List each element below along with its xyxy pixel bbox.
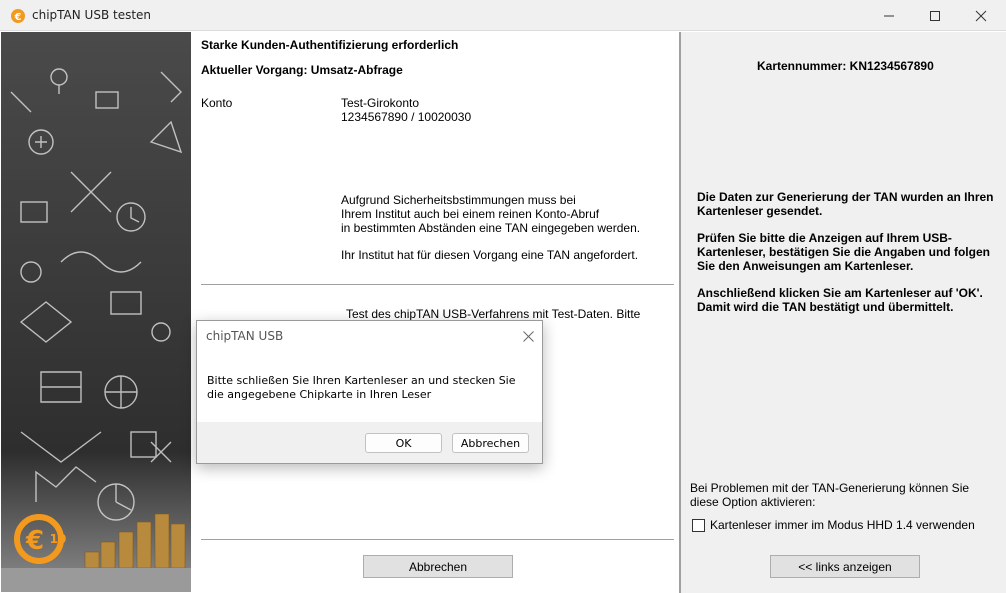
divider-bottom: [201, 539, 674, 540]
dialog-message: Bitte schließen Sie Ihren Kartenleser an…: [207, 374, 516, 401]
logo-euro-text: €: [25, 526, 44, 556]
show-left-button[interactable]: << links anzeigen: [770, 555, 920, 578]
account-number: 1234567890 / 10020030: [341, 110, 472, 124]
info-sent-line-1: Die Daten zur Generierung der TAN wurden…: [697, 190, 994, 204]
confirm-line-1: Anschließend klicken Sie am Kartenleser …: [697, 286, 983, 300]
euro-coin-icon: €: [11, 9, 25, 23]
window-title: chipTAN USB testen: [32, 8, 152, 22]
problem-line-2: diese Option aktivieren:: [690, 495, 816, 509]
minimize-icon: [884, 15, 894, 16]
coin-stacks: [84, 513, 186, 569]
operation-label: Aktueller Vorgang: Umsatz-Abfrage: [201, 63, 403, 77]
cancel-button[interactable]: Abbrechen: [363, 555, 513, 578]
close-button[interactable]: [958, 0, 1004, 31]
test-description: Test des chipTAN USB-Verfahrens mit Test…: [346, 307, 641, 321]
divider-top: [201, 284, 674, 285]
svg-text:€: €: [14, 12, 22, 23]
close-icon: [975, 10, 987, 21]
logo-number-text: 10: [50, 532, 67, 546]
info-requested: Ihr Institut hat für diesen Vorgang eine…: [341, 248, 639, 262]
info-sent-line-2: Kartenleser gesendet.: [697, 204, 823, 218]
account-name: Test-Girokonto: [341, 96, 420, 110]
page-heading: Starke Kunden-Authentifizierung erforder…: [201, 38, 459, 52]
card-number: Kartennummer: KN1234567890: [757, 59, 934, 73]
close-icon: [522, 330, 534, 342]
title-bar: € chipTAN USB testen: [0, 0, 1006, 31]
problem-line-1: Bei Problemen mit der TAN-Generierung kö…: [690, 481, 970, 495]
check-line-1: Prüfen Sie bitte die Anzeigen auf Ihrem …: [697, 231, 952, 245]
dialog-footer: OK Abbrechen: [197, 422, 542, 463]
hhd14-checkbox[interactable]: [692, 519, 705, 532]
info-line-3: in bestimmten Abständen eine TAN eingege…: [341, 221, 641, 235]
main-panel: Starke Kunden-Authentifizierung erforder…: [192, 32, 679, 593]
info-line-2: Ihrem Institut auch bei einem reinen Kon…: [341, 207, 600, 221]
confirm-line-2: Damit wird die TAN bestätigt und übermit…: [697, 300, 954, 314]
info-line-1: Aufgrund Sicherheitsbstimmungen muss bei: [341, 193, 576, 207]
check-line-2: Kartenleser, bestätigen Sie die Angaben …: [697, 245, 990, 259]
dialog-close-button[interactable]: [517, 325, 539, 347]
dialog-title: chipTAN USB: [206, 329, 284, 343]
dialog-cancel-button[interactable]: Abbrechen: [452, 433, 529, 453]
maximize-icon: [930, 10, 940, 21]
side-banner-image: € 10: [1, 32, 191, 592]
dialog-ok-button[interactable]: OK: [365, 433, 442, 453]
check-line-3: Sie den Anweisungen am Kartenleser.: [697, 259, 914, 273]
hhd14-checkbox-label[interactable]: Kartenleser immer im Modus HHD 1.4 verwe…: [710, 518, 975, 532]
account-label: Konto: [201, 96, 233, 110]
doodle-illustration: € 10: [1, 68, 191, 592]
right-panel: Kartennummer: KN1234567890 Die Daten zur…: [681, 32, 1006, 593]
maximize-button[interactable]: [912, 0, 958, 31]
minimize-button[interactable]: [866, 0, 912, 31]
chiptan-dialog: chipTAN USB Bitte schließen Sie Ihren Ka…: [196, 320, 543, 464]
